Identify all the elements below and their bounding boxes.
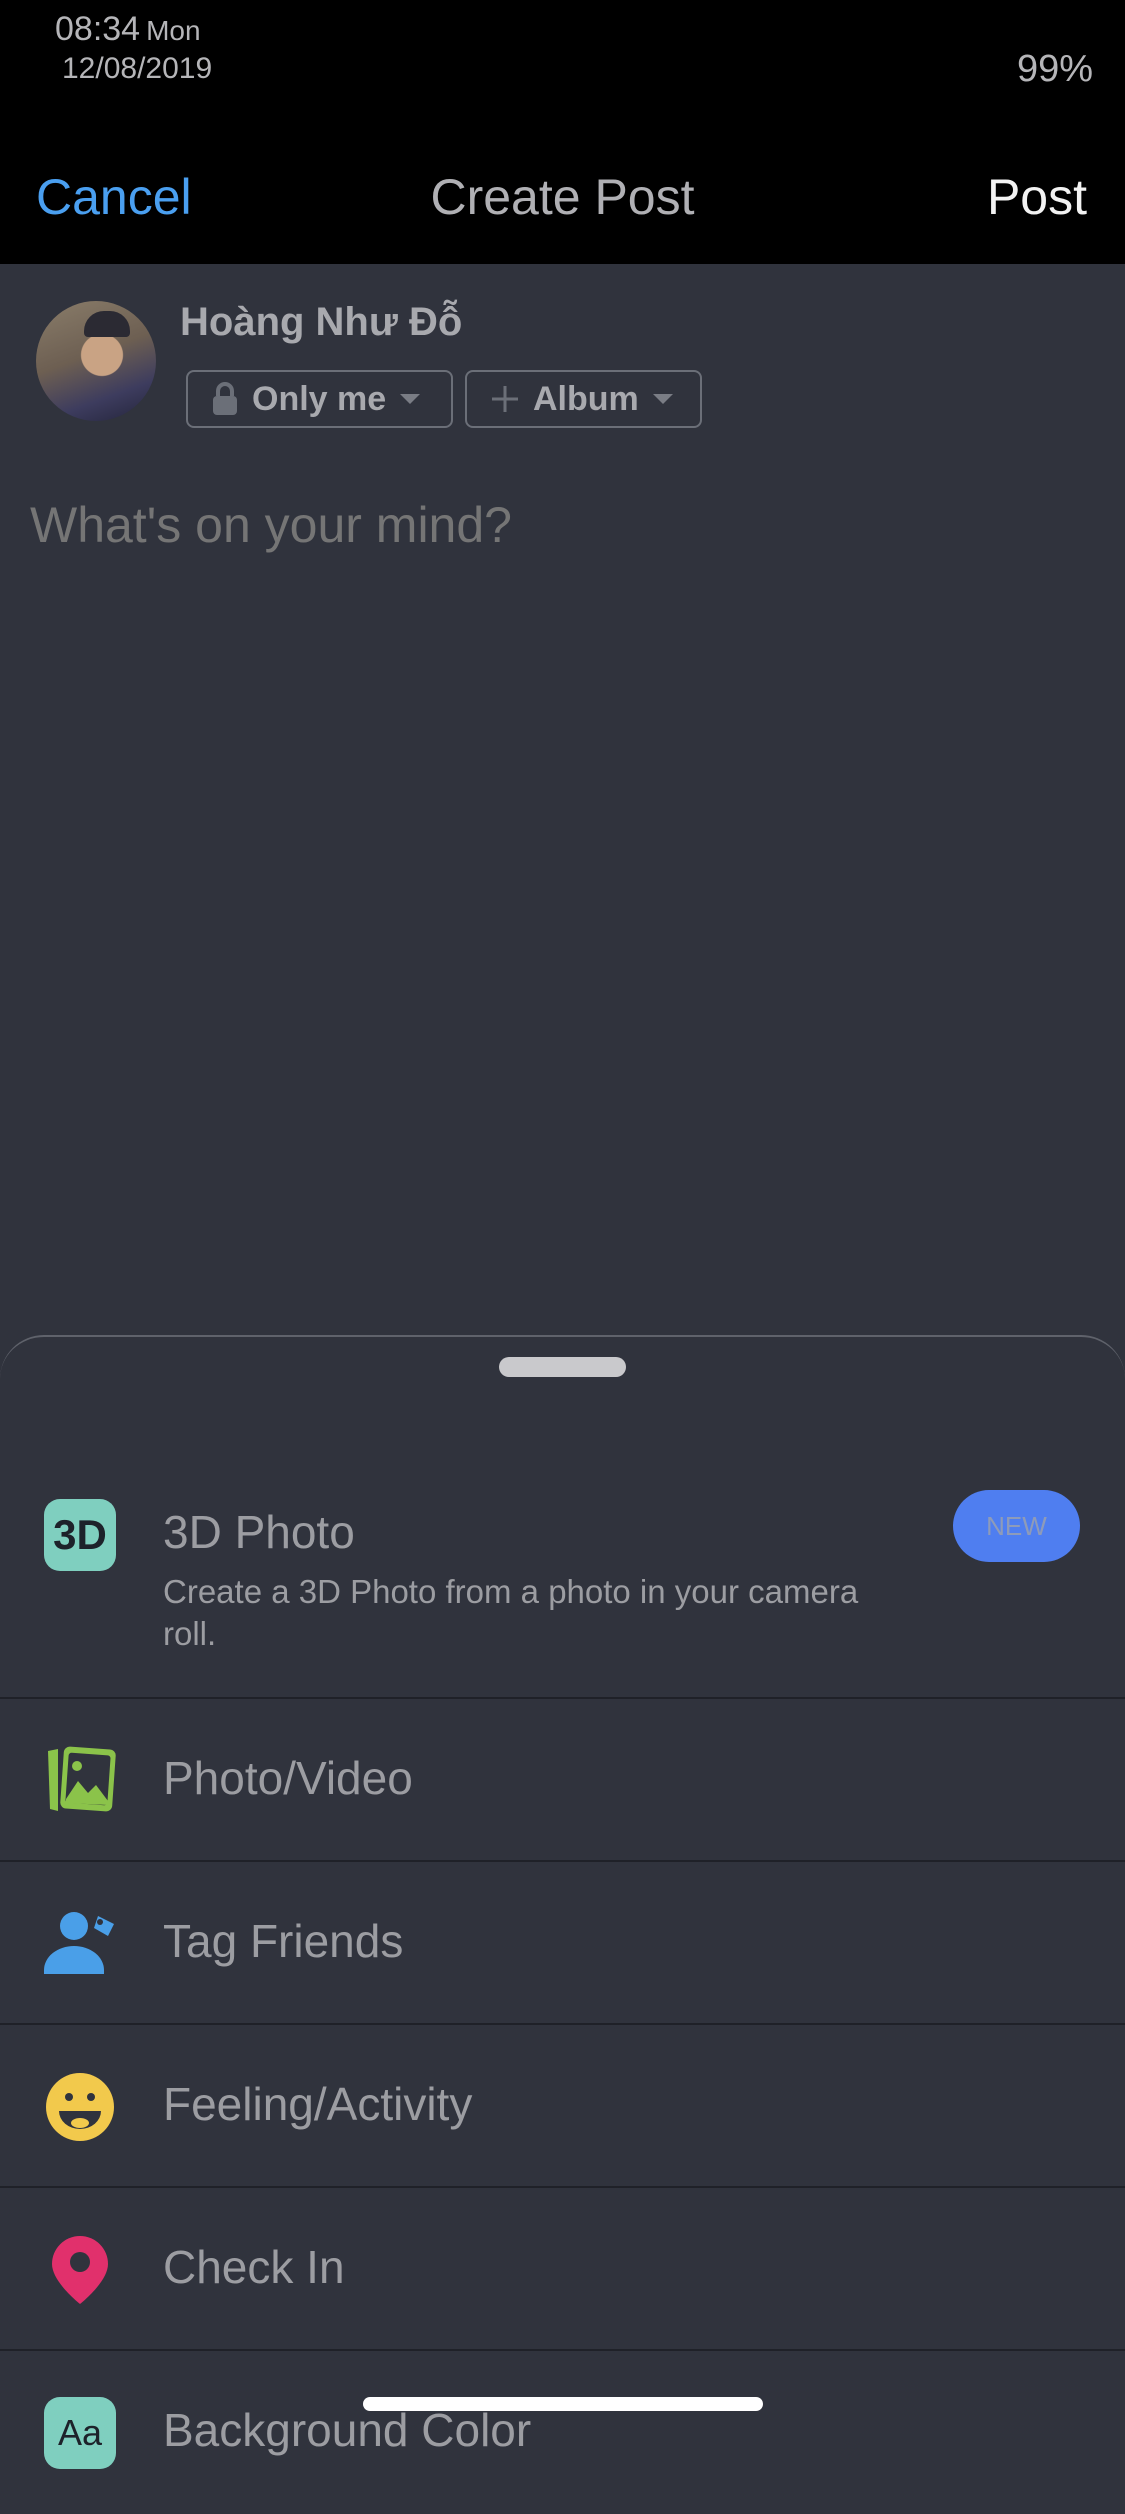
option-feeling-activity[interactable]: Feeling/Activity [0,2025,1125,2188]
chevron-down-icon [652,394,673,404]
album-selector[interactable]: Album [465,370,702,428]
cancel-button[interactable]: Cancel [36,168,192,226]
post-button[interactable]: Post [987,168,1087,226]
option-check-in[interactable]: Check In [0,2188,1125,2351]
plus-icon [491,385,519,413]
home-indicator[interactable] [363,2397,763,2411]
chevron-down-icon [400,394,421,404]
privacy-label: Only me [252,379,387,418]
3d-photo-icon: 3D [44,1499,116,1571]
battery-level: 99% [1016,48,1093,90]
author-name: Hoàng Như Đỗ [180,300,463,344]
option-label: Photo/Video [163,1752,413,1804]
new-badge: NEW [953,1490,1080,1562]
album-label: Album [533,379,639,418]
sheet-drag-handle[interactable] [499,1357,626,1377]
option-tag-friends[interactable]: Tag Friends [0,1862,1125,2025]
background-color-icon: Aa [44,2397,116,2469]
avatar-cap [84,311,130,337]
status-time: 08:34 Mon [55,10,201,49]
photo-video-icon [48,1746,116,1812]
post-text-input[interactable] [30,496,1090,554]
status-clock: 08:34 [55,10,141,48]
option-label: Tag Friends [163,1915,404,1967]
check-in-icon [52,2236,108,2304]
option-photo-video[interactable]: Photo/Video [0,1699,1125,1862]
top-bar: 08:34 Mon 12/08/2019 99% Create Post Canc… [0,0,1125,264]
feeling-icon [46,2073,114,2141]
option-label: Background Color [163,2404,532,2456]
option-3d-photo[interactable]: 3D 3D Photo Create a 3D Photo from a pho… [0,1407,1125,1699]
avatar[interactable] [36,301,156,421]
status-day: Mon [146,15,201,46]
option-background-color[interactable]: Aa Background Color [0,2351,1125,2514]
option-label: Feeling/Activity [163,2078,473,2130]
post-options-sheet: 3D 3D Photo Create a 3D Photo from a pho… [0,1335,1125,2469]
lock-icon [212,382,238,416]
option-label: Check In [163,2241,345,2293]
status-date: 12/08/2019 [62,52,213,85]
privacy-selector[interactable]: Only me [186,370,453,428]
option-description: Create a 3D Photo from a photo in your c… [163,1573,859,1652]
option-label: 3D Photo [163,1506,355,1558]
tag-friends-icon [44,1912,114,1974]
